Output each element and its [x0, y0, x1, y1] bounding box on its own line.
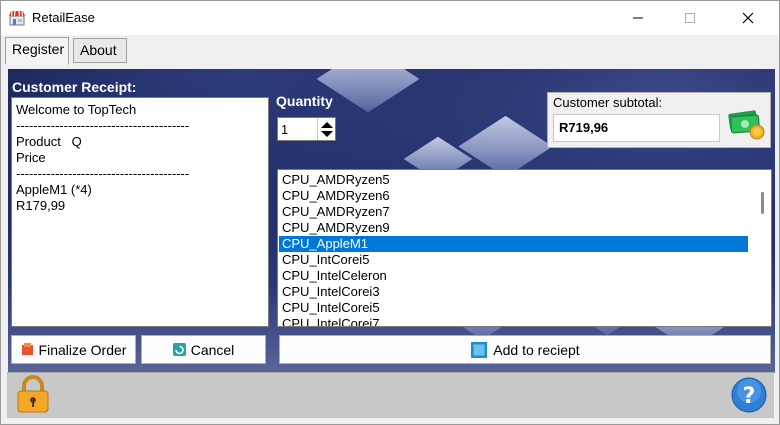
list-item[interactable]: CPU_AMDRyzen7: [279, 204, 748, 220]
list-item[interactable]: CPU_IntelCorei7: [279, 316, 748, 326]
quantity-value[interactable]: 1: [281, 122, 288, 137]
spin-up-icon[interactable]: [321, 122, 333, 128]
list-item[interactable]: CPU_AMDRyzen6: [279, 188, 748, 204]
tab-strip: Register About: [1, 35, 779, 66]
svg-text:?: ?: [743, 384, 756, 409]
receipt-label: Customer Receipt:: [12, 79, 137, 95]
close-icon: [742, 12, 754, 24]
quantity-spin-buttons[interactable]: [317, 118, 335, 140]
subtotal-label: Customer subtotal:: [553, 95, 663, 110]
tab-register[interactable]: Register: [5, 37, 69, 65]
list-item[interactable]: CPU_IntelCorei5: [279, 300, 748, 316]
help-icon[interactable]: ?: [731, 377, 767, 413]
quantity-label: Quantity: [276, 93, 333, 109]
cancel-button[interactable]: Cancel: [141, 335, 266, 364]
add-icon: [471, 341, 488, 358]
list-item[interactable]: CPU_IntelCorei3: [279, 284, 748, 300]
quantity-stepper[interactable]: 1: [277, 117, 336, 141]
list-scrollbar[interactable]: [754, 170, 771, 326]
cancel-label: Cancel: [190, 341, 235, 358]
title-bar[interactable]: RetailEase: [1, 1, 779, 35]
receipt-textbox[interactable]: Welcome to TopTech ---------------------…: [11, 97, 269, 327]
spin-down-icon[interactable]: [321, 131, 333, 137]
store-icon: [9, 10, 25, 26]
order-icon: [21, 343, 33, 355]
list-item[interactable]: CPU_IntelCeleron: [279, 268, 748, 284]
money-icon: [728, 110, 765, 140]
bottom-bar: [7, 372, 774, 418]
list-item[interactable]: CPU_AMDRyzen9: [279, 220, 748, 236]
add-to-receipt-button[interactable]: Add to reciept: [279, 335, 771, 364]
window-title: RetailEase: [32, 10, 95, 25]
list-item-selected[interactable]: CPU_AppleM1: [279, 236, 748, 252]
subtotal-field[interactable]: R719,96: [553, 114, 720, 142]
close-button[interactable]: [725, 1, 771, 35]
maximize-button[interactable]: [667, 1, 713, 35]
product-list[interactable]: CPU_AMDRyzen5 CPU_AMDRyzen6 CPU_AMDRyzen…: [277, 169, 772, 327]
finalize-order-label: Finalize Order: [38, 341, 127, 358]
lock-icon[interactable]: [15, 374, 51, 414]
tab-about[interactable]: About: [73, 38, 127, 63]
minimize-button[interactable]: [615, 1, 661, 35]
finalize-order-button[interactable]: Finalize Order: [11, 335, 136, 364]
list-item[interactable]: CPU_IntCorei5: [279, 252, 748, 268]
subtotal-group: Customer subtotal: R719,96: [547, 92, 771, 148]
cancel-icon: [172, 343, 186, 356]
list-item[interactable]: CPU_AMDRyzen5: [279, 172, 748, 188]
minimize-icon: [633, 17, 643, 19]
background-cube: [458, 115, 553, 178]
maximize-icon: [685, 13, 695, 23]
add-to-receipt-label: Add to reciept: [493, 341, 580, 358]
scrollbar-thumb[interactable]: [761, 192, 764, 214]
